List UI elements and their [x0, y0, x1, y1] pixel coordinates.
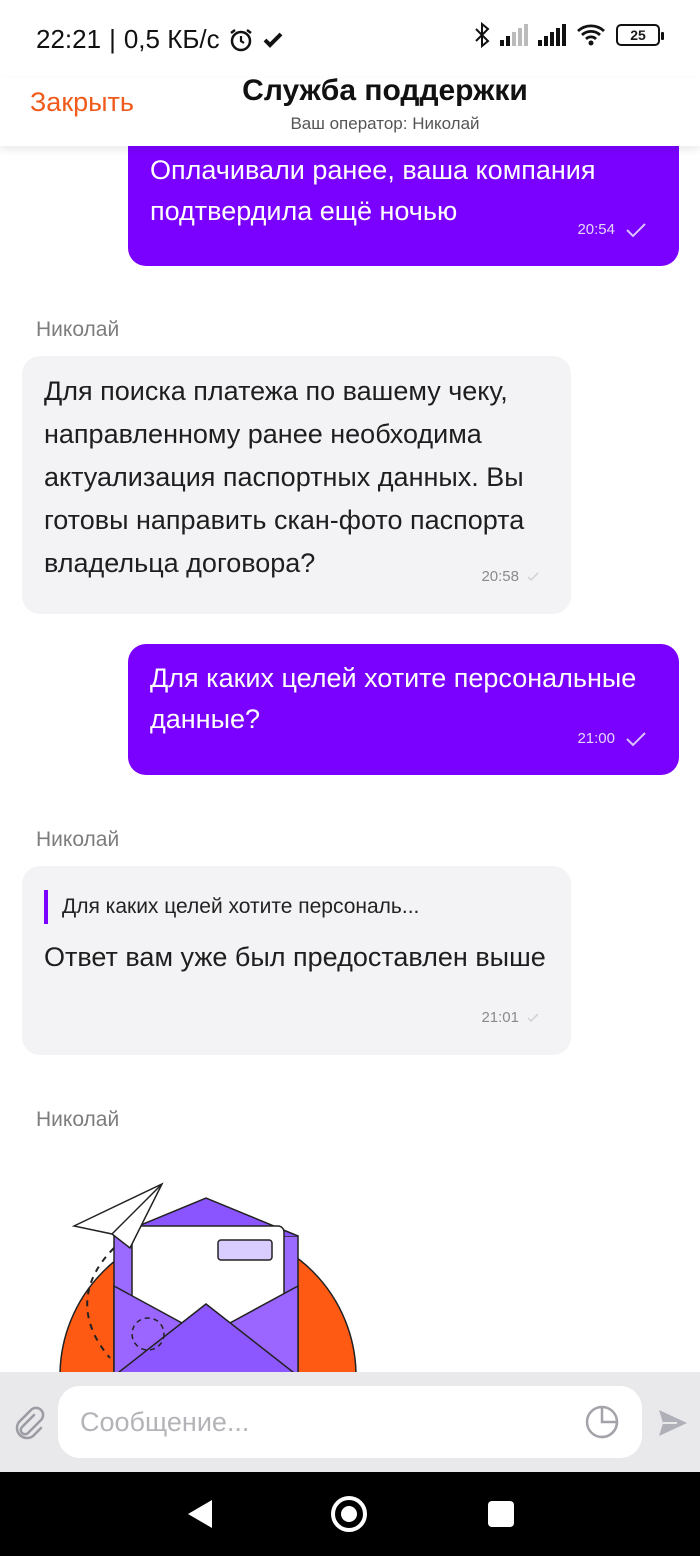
recent-apps-icon[interactable]: [488, 1501, 514, 1527]
message-input[interactable]: [80, 1386, 560, 1458]
envelope-paper-plane-illustration[interactable]: [50, 1176, 370, 1372]
page-title: Служба поддержки: [242, 74, 528, 107]
system-nav-bar: [0, 1472, 700, 1556]
message-meta: 20:54: [577, 209, 647, 250]
sender-name: Николай: [36, 318, 120, 341]
message-incoming[interactable]: Для каких целей хотите персональ... Отве…: [22, 866, 571, 1055]
message-outgoing[interactable]: Для каких целей хотите персональные данн…: [128, 644, 679, 775]
alarm-icon: [229, 28, 252, 51]
status-right: 25: [474, 22, 664, 48]
message-meta: 21:01: [481, 996, 539, 1039]
message-incoming[interactable]: Для поиска платежа по вашему чеку, напра…: [22, 356, 571, 614]
message-time: 21:00: [577, 730, 615, 747]
status-network-speed: 0,5 КБ/с: [123, 24, 220, 54]
sender-name: Николай: [36, 828, 120, 851]
battery-icon: 25: [616, 24, 664, 46]
message-meta: 20:58: [481, 555, 539, 598]
paperclip-icon[interactable]: [12, 1406, 46, 1440]
sender-name: Николай: [36, 1108, 120, 1131]
signal-icon: [500, 24, 528, 46]
sticker-icon[interactable]: [584, 1404, 620, 1440]
status-left: 22:21 | 0,5 КБ/с: [36, 24, 284, 55]
signal-icon: [538, 24, 566, 46]
check-icon: [527, 1012, 539, 1022]
message-field[interactable]: [58, 1386, 642, 1458]
read-check-icon: [626, 222, 646, 237]
check-icon: [263, 32, 283, 48]
message-list[interactable]: Оплачивали ранее, ваша компания подтверд…: [0, 146, 700, 1372]
wifi-icon: [577, 24, 605, 46]
message-time: 20:58: [481, 568, 519, 585]
message-time: 20:54: [577, 221, 615, 238]
composer-bar: [0, 1372, 700, 1472]
message-outgoing[interactable]: Оплачивали ранее, ваша компания подтверд…: [128, 146, 679, 266]
message-meta: 21:00: [577, 718, 647, 759]
bluetooth-icon: [475, 22, 490, 48]
status-separator: |: [109, 24, 116, 54]
message-text: Ответ вам уже был предоставлен выше: [44, 942, 546, 972]
operator-subtitle: Ваш оператор: Николай: [290, 114, 480, 133]
home-icon[interactable]: [331, 1496, 367, 1532]
send-icon[interactable]: [656, 1406, 690, 1440]
back-icon[interactable]: [186, 1498, 214, 1530]
message-time: 21:01: [481, 1009, 519, 1026]
chat-header: Закрыть Служба поддержки Ваш оператор: Н…: [0, 74, 700, 146]
battery-level: 25: [630, 27, 646, 43]
read-check-icon: [626, 731, 646, 746]
message-text: Для поиска платежа по вашему чеку, напра…: [44, 376, 525, 578]
status-time: 22:21: [36, 24, 102, 54]
status-bar: 22:21 | 0,5 КБ/с 25: [0, 0, 700, 78]
quoted-message[interactable]: Для каких целей хотите персональ...: [44, 890, 549, 924]
check-icon: [527, 571, 539, 581]
